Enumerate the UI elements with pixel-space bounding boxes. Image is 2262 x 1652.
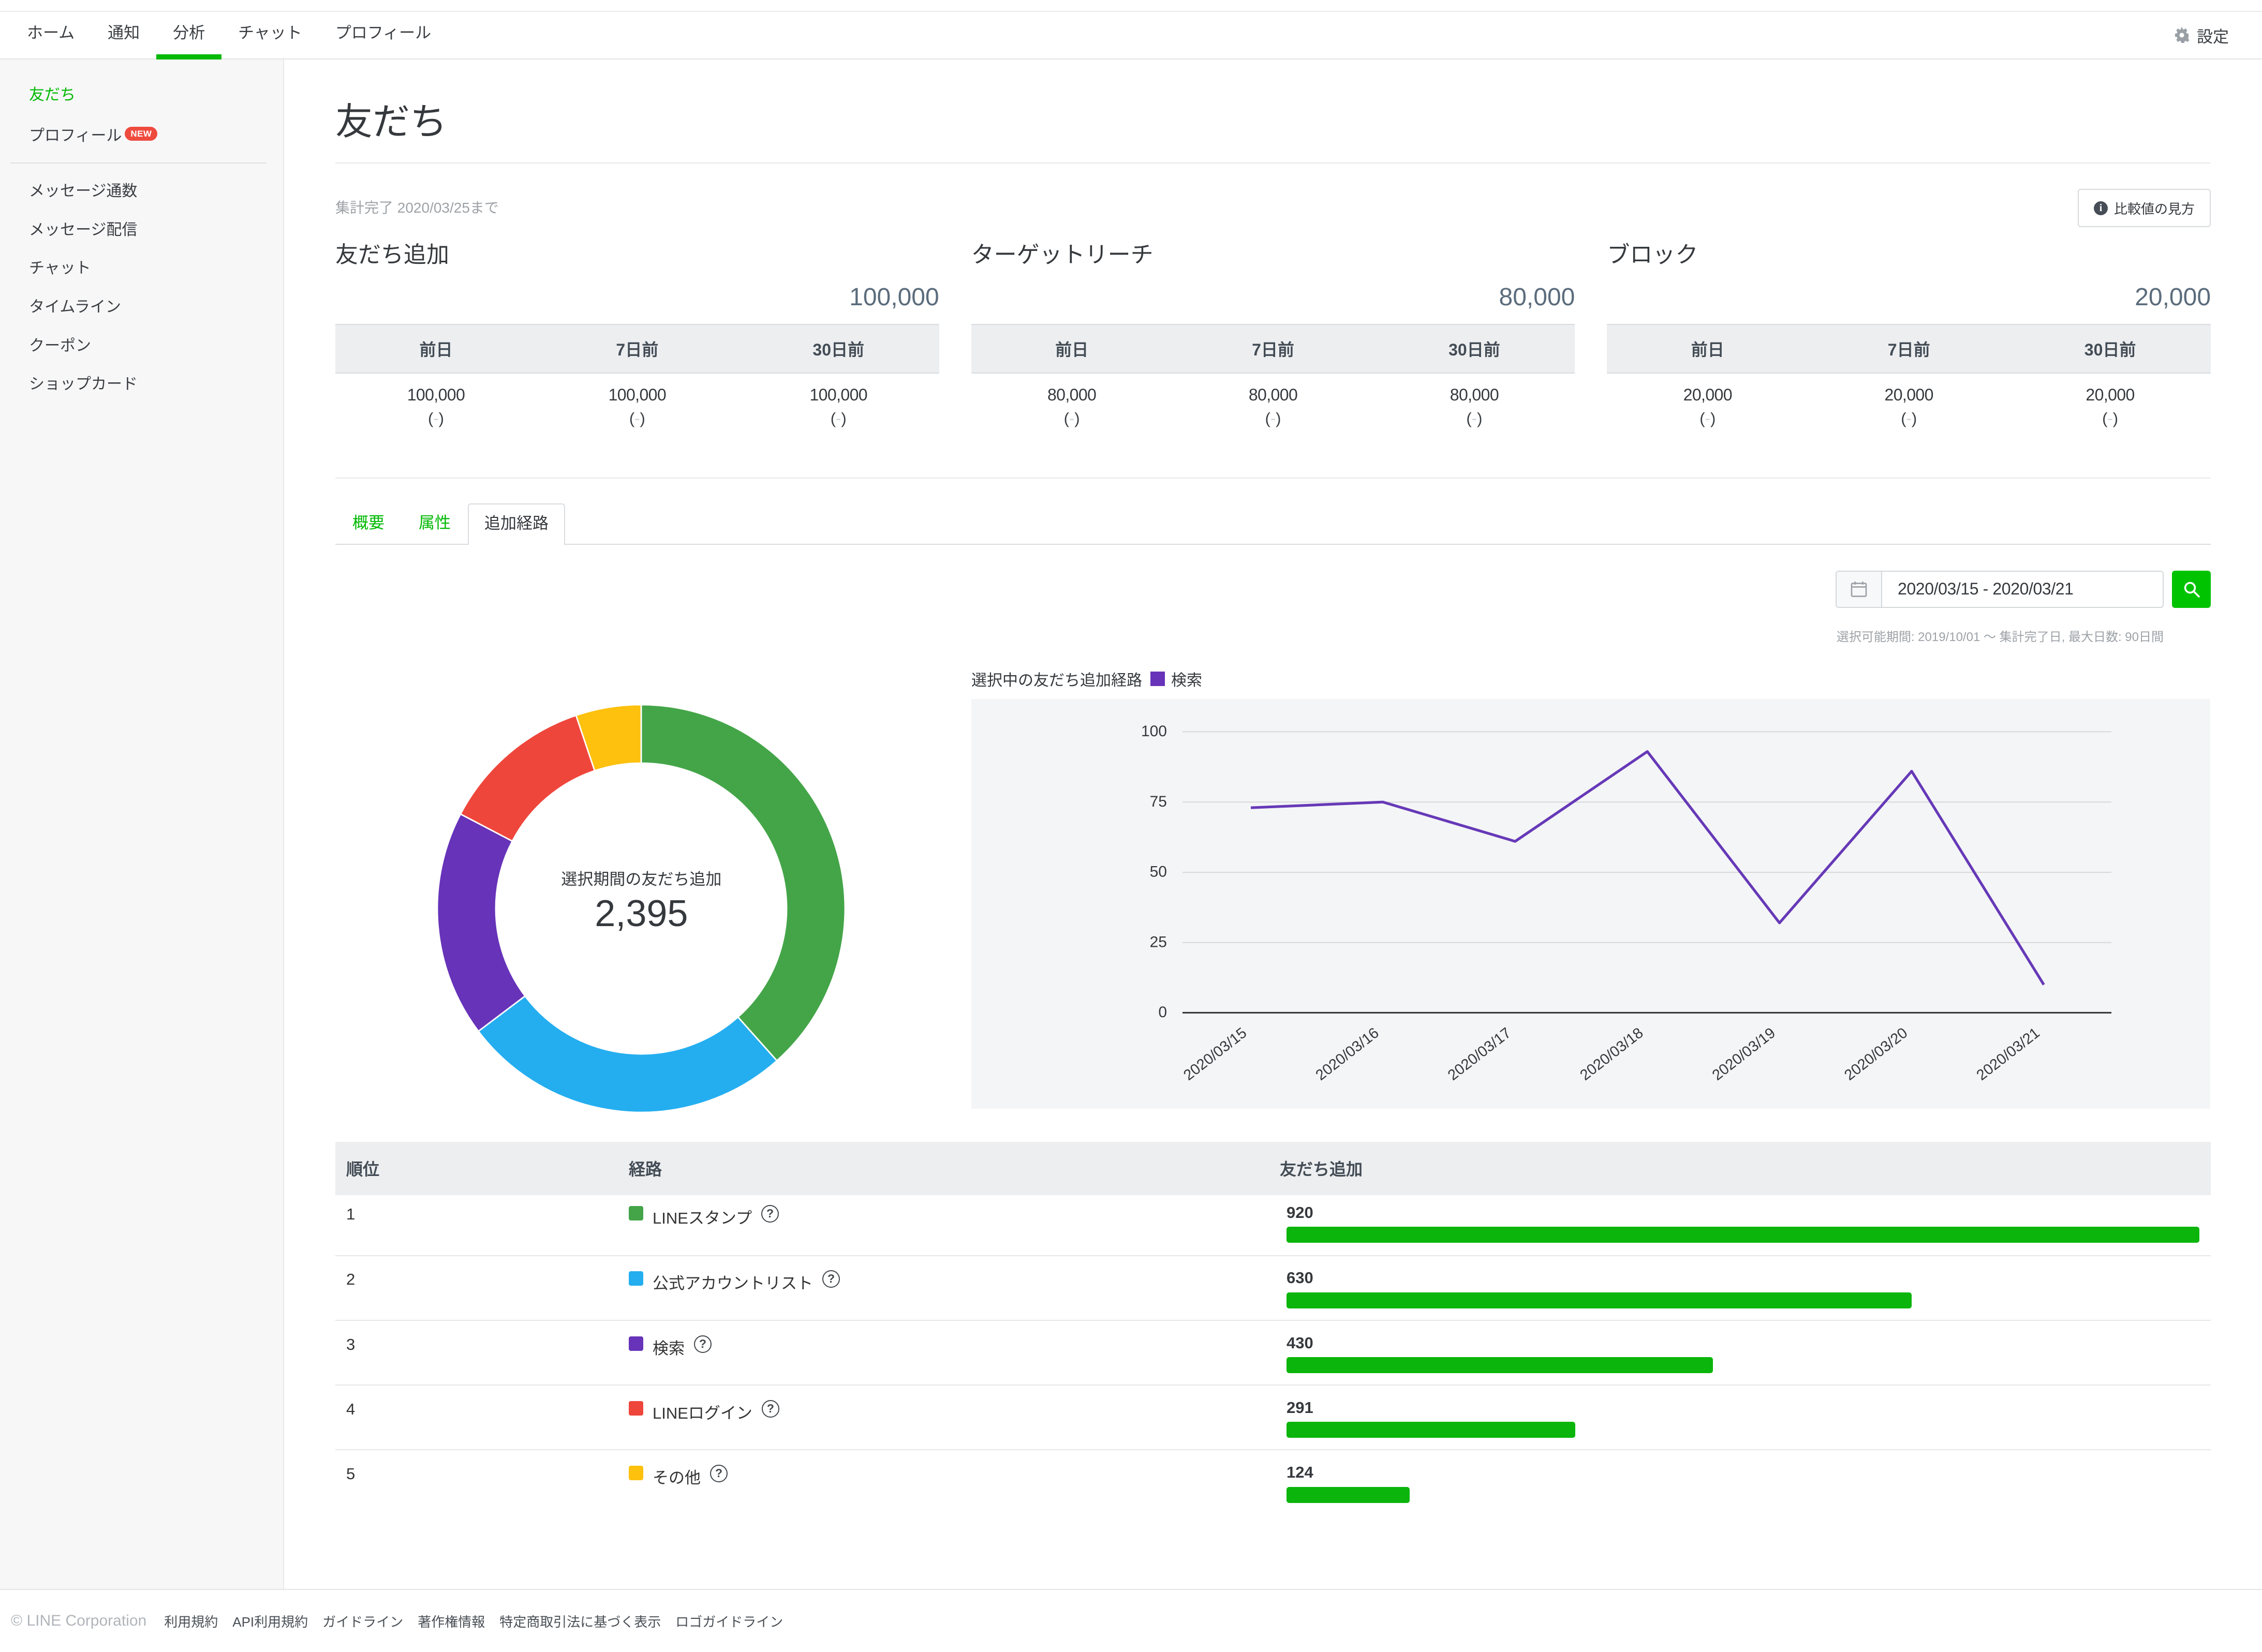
svg-text:0: 0 <box>1158 1004 1167 1021</box>
svg-text:2020/03/21: 2020/03/21 <box>1974 1024 2043 1084</box>
svg-text:2020/03/17: 2020/03/17 <box>1445 1024 1514 1084</box>
svg-text:2020/03/15: 2020/03/15 <box>1180 1024 1250 1084</box>
svg-text:2020/03/20: 2020/03/20 <box>1841 1024 1911 1084</box>
svg-text:100: 100 <box>1141 723 1167 740</box>
svg-text:75: 75 <box>1150 793 1167 810</box>
svg-text:2020/03/19: 2020/03/19 <box>1709 1024 1779 1084</box>
svg-text:25: 25 <box>1150 933 1167 950</box>
svg-text:2020/03/18: 2020/03/18 <box>1577 1024 1646 1084</box>
svg-text:2020/03/16: 2020/03/16 <box>1313 1024 1382 1084</box>
svg-text:50: 50 <box>1150 864 1167 881</box>
